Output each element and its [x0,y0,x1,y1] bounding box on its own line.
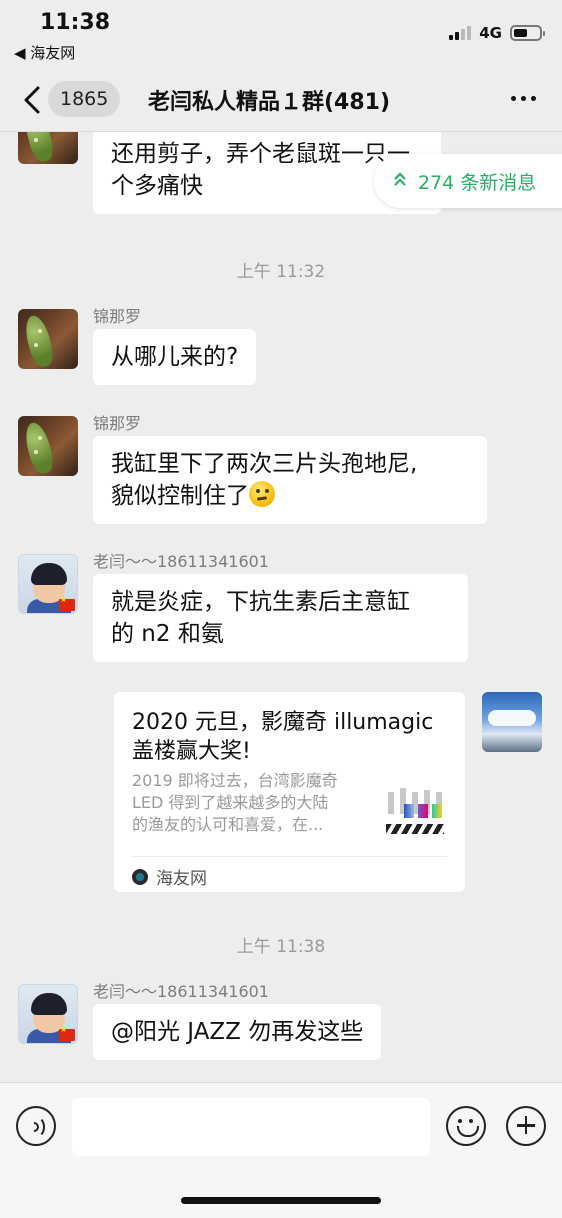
back-chevron-icon[interactable] [20,84,48,116]
timestamp: 上午 11:32 [236,262,326,282]
network-type: 4G [479,24,502,42]
avatar[interactable] [482,692,542,752]
signal-icon [449,26,472,40]
card-source: 海友网 [132,864,207,889]
message-input[interactable] [72,1098,430,1156]
message-bubble[interactable]: 从哪儿来的? [93,329,257,385]
emoji-icon[interactable] [446,1106,486,1146]
message-bubble[interactable]: 我缸里下了两次三片头孢地尼, 貌似控制住了 [93,436,487,524]
thinking-emoji-icon [249,481,275,507]
message-text-line: 就是炎症，下抗生素后主意缸 [111,589,410,615]
more-dots-icon[interactable] [511,96,536,101]
avatar[interactable] [18,132,78,164]
unread-count-badge[interactable]: 1865 [48,81,121,117]
status-time: 11:38 [40,10,111,35]
home-indicator[interactable] [181,1197,381,1204]
sender-name: 老闫～～18611341601 [93,552,269,571]
message-text-line: 貌似控制住了 [111,480,469,512]
message-text-line: 的 n2 和氨 [111,621,224,647]
sender-name: 锦那罗 [93,414,142,433]
avatar[interactable] [18,416,78,476]
voice-icon[interactable] [16,1106,56,1146]
card-thumbnail [382,772,448,838]
sender-name: 锦那罗 [93,307,142,326]
message-text: @阳光 JAZZ 勿再发这些 [111,1019,364,1045]
message-text: 从哪儿来的? [111,344,239,370]
new-messages-button[interactable]: 274 条新消息 [374,154,562,208]
timestamp: 上午 11:38 [236,937,326,957]
battery-icon [510,25,545,41]
message-list[interactable]: 还用剪子，弄个老鼠斑一只一 个多痛快 274 条新消息 上午 11:32 锦那罗… [0,132,562,1082]
status-bar: 11:38 ◀ 海友网 4G [0,0,562,70]
avatar[interactable] [18,554,78,614]
chevron-double-up-icon [392,171,408,192]
source-app-icon [132,868,148,885]
card-description: 2019 即将过去，台湾影魔奇 LED 得到了越来越多的大陆 的渔友的认可和喜爱… [132,771,338,834]
chat-title: 老闫私人精品１群(481) [148,90,391,115]
back-to-app-link[interactable]: ◀ 海友网 [14,42,75,63]
avatar[interactable] [18,309,78,369]
message-bubble[interactable]: 就是炎症，下抗生素后主意缸 的 n2 和氨 [93,574,468,662]
chat-header: 1865 老闫私人精品１群(481) [0,70,562,132]
sender-name: 老闫～～18611341601 [93,982,269,1001]
avatar[interactable] [18,984,78,1044]
message-text-line: 我缸里下了两次三片头孢地尼, [111,451,418,477]
message-bubble[interactable]: @阳光 JAZZ 勿再发这些 [93,1004,382,1060]
card-title: 2020 元旦，影魔奇 illumagic 盖楼赢大奖! [132,710,434,764]
divider [132,856,447,857]
plus-icon[interactable] [506,1106,546,1146]
message-text-line: 还用剪子，弄个老鼠斑一只一 [111,141,410,167]
new-messages-label: 274 条新消息 [418,171,537,194]
status-indicators: 4G [449,24,545,42]
link-card[interactable]: 2020 元旦，影魔奇 illumagic 盖楼赢大奖! 2019 即将过去，台… [114,692,465,892]
